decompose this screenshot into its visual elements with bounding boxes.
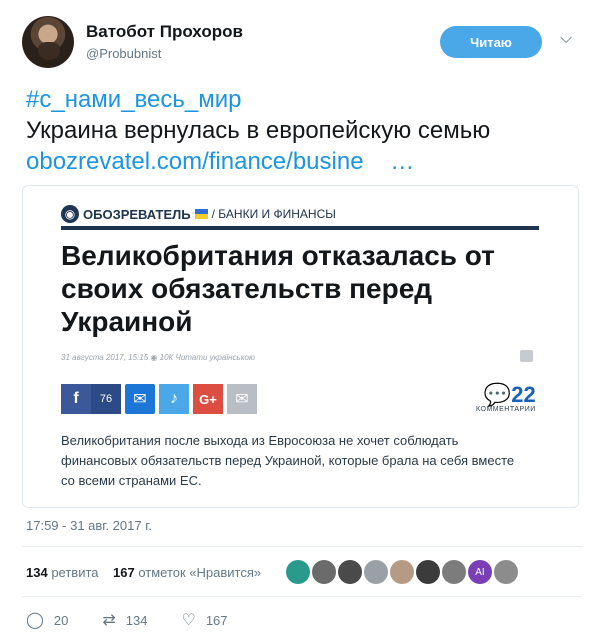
retweet-button[interactable]: ⇄ 134 bbox=[102, 610, 147, 630]
ukraine-flag-icon bbox=[194, 209, 208, 219]
like-label[interactable]: отметок «Нравится» bbox=[138, 565, 261, 580]
card-summary: Великобритания после выхода из Евросоюза… bbox=[61, 433, 515, 488]
reply-button[interactable]: ◯ 20 bbox=[26, 610, 68, 630]
author-name[interactable]: Ватобот Прохоров bbox=[86, 22, 243, 42]
liker-avatar[interactable] bbox=[442, 560, 466, 584]
chevron-down-icon[interactable]: ⌵ bbox=[560, 30, 572, 48]
section-label: / БАНКИ И ФИНАНСЫ bbox=[211, 207, 336, 221]
tweet-text: #с_нами_весь_мир Украина вернулась в евр… bbox=[26, 84, 586, 177]
site-brand: ◉ ОБОЗРЕВАТЕЛЬ / БАНКИ И ФИНАНСЫ bbox=[61, 205, 336, 223]
retweet-label[interactable]: ретвита bbox=[51, 565, 98, 580]
retweet-action-count: 134 bbox=[125, 612, 148, 628]
card-meta: 31 августа 2017, 15:15 ◉ 10К Читати укра… bbox=[61, 353, 255, 362]
comment-bubble-icon: 💬 bbox=[483, 382, 512, 407]
retweet-icon: ⇄ bbox=[102, 612, 116, 629]
retweet-count[interactable]: 134 bbox=[26, 565, 48, 580]
divider bbox=[22, 546, 582, 547]
following-button[interactable]: Читаю bbox=[440, 26, 542, 58]
reply-icon: ◯ bbox=[26, 612, 44, 629]
liker-avatar[interactable] bbox=[312, 560, 336, 584]
print-icon bbox=[520, 350, 533, 362]
tweet-timestamp[interactable]: 17:59 - 31 авг. 2017 г. bbox=[26, 518, 152, 533]
brand-name: ОБОЗРЕВАТЕЛЬ bbox=[83, 206, 191, 222]
like-action-count: 167 bbox=[205, 612, 228, 628]
avatar[interactable] bbox=[22, 16, 74, 68]
email-icon: ✉ bbox=[227, 384, 257, 414]
liker-avatar[interactable] bbox=[494, 560, 518, 584]
google-plus-icon: G+ bbox=[193, 384, 223, 414]
messenger-icon: ✉ bbox=[125, 384, 155, 414]
like-count[interactable]: 167 bbox=[113, 565, 135, 580]
liker-avatar[interactable]: AI bbox=[468, 560, 492, 584]
tweet-actions: ◯ 20 ⇄ 134 ♡ 167 bbox=[26, 610, 262, 630]
heart-icon: ♡ bbox=[181, 612, 196, 629]
tweet-stats: 134 ретвита 167 отметок «Нравится» bbox=[26, 565, 261, 580]
liker-avatars: AI bbox=[286, 560, 518, 584]
brand-logo-icon: ◉ bbox=[61, 205, 79, 223]
twitter-icon: ♪ bbox=[159, 384, 189, 414]
reply-count: 20 bbox=[53, 612, 69, 628]
card-headline: Великобритания отказалась от своих обяза… bbox=[61, 240, 495, 337]
article-link[interactable]: obozrevatel.com/finance/busine bbox=[26, 148, 364, 175]
share-buttons: f 76 ✉ ♪ G+ ✉ bbox=[61, 384, 257, 414]
tweet-header: Ватобот Прохоров @Probubnist Читаю ⌵ bbox=[22, 14, 582, 74]
link-preview-card[interactable]: ◉ ОБОЗРЕВАТЕЛЬ / БАНКИ И ФИНАНСЫ Великоб… bbox=[22, 185, 579, 508]
comments-counter: 💬22 КОММЕНТАРИИ bbox=[476, 382, 536, 413]
comment-label: КОММЕНТАРИИ bbox=[476, 406, 536, 413]
facebook-share-count: 76 bbox=[91, 384, 121, 414]
like-button[interactable]: ♡ 167 bbox=[181, 610, 227, 630]
liker-avatar[interactable] bbox=[390, 560, 414, 584]
brand-divider bbox=[61, 226, 539, 230]
liker-avatar[interactable] bbox=[338, 560, 362, 584]
comment-count: 22 bbox=[511, 382, 536, 407]
hashtag-link[interactable]: #с_нами_весь_мир bbox=[26, 86, 241, 113]
author-handle[interactable]: @Probubnist bbox=[86, 46, 161, 61]
liker-avatar[interactable] bbox=[364, 560, 388, 584]
divider bbox=[22, 596, 582, 597]
liker-avatar[interactable] bbox=[416, 560, 440, 584]
liker-avatar[interactable] bbox=[286, 560, 310, 584]
tweet-body: Украина вернулась в европейскую семью bbox=[26, 117, 491, 144]
facebook-icon: f bbox=[61, 384, 91, 414]
link-ellipsis[interactable]: … bbox=[390, 148, 414, 175]
